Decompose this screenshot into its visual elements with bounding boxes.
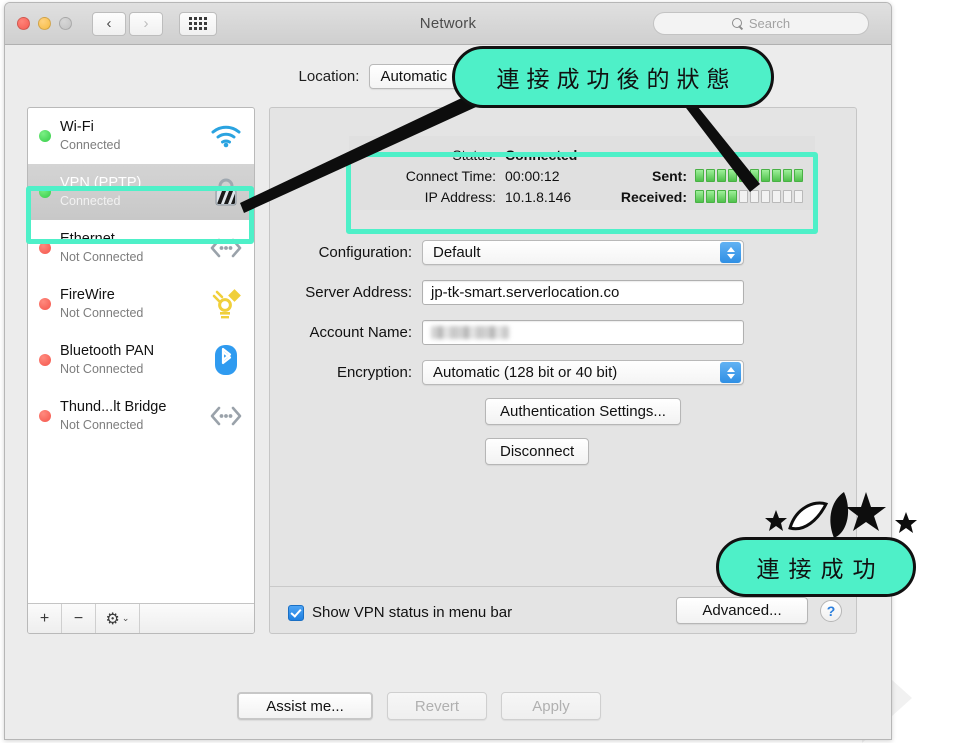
server-address-input[interactable]: jp-tk-smart.serverlocation.co: [422, 280, 744, 305]
sidebar-item-firewire[interactable]: FireWire Not Connected: [28, 276, 254, 332]
service-actions-button[interactable]: ⚙ ⌄: [96, 604, 140, 633]
sidebar-item-bluetooth-pan[interactable]: Bluetooth PAN Not Connected: [28, 332, 254, 388]
service-status: Connected: [60, 138, 121, 152]
location-label: Location:: [298, 67, 360, 85]
redacted-value: [431, 326, 509, 339]
search-field[interactable]: Search: [653, 12, 869, 35]
configuration-value: Default: [433, 244, 481, 261]
sidebar-footer: + − ⚙ ⌄: [28, 603, 254, 633]
service-name: FireWire: [60, 287, 115, 303]
chevron-updown-icon: [720, 242, 741, 263]
sidebar-item-wifi[interactable]: Wi-Fi Connected: [28, 108, 254, 164]
status-led-icon: [39, 410, 51, 422]
show-vpn-status-row[interactable]: Show VPN status in menu bar: [288, 604, 512, 621]
status-led-icon: [39, 298, 51, 310]
configuration-popup-button[interactable]: Default: [422, 240, 744, 265]
firewire-icon: [208, 287, 244, 321]
remove-service-button[interactable]: −: [62, 604, 96, 633]
status-led-icon: [39, 354, 51, 366]
account-name-row: Account Name:: [270, 320, 744, 345]
highlight-box-status: [346, 152, 818, 234]
screenshot-root: ‹ › Network Search Location: Automatic W…: [0, 0, 960, 743]
server-address-label: Server Address:: [305, 284, 412, 301]
help-button[interactable]: ?: [820, 600, 842, 622]
service-status: Not Connected: [60, 250, 144, 264]
configuration-row: Configuration: Default: [270, 240, 744, 265]
ethernet-icon: [208, 399, 244, 433]
navigation-buttons: ‹ ›: [92, 11, 163, 36]
sidebar-footer-filler: [140, 604, 254, 633]
highlight-box-vpn-row: [26, 186, 254, 244]
minimize-button[interactable]: [38, 17, 51, 30]
chevron-down-icon: ⌄: [121, 613, 130, 623]
account-name-label: Account Name:: [309, 324, 412, 341]
callout-connect-success: 連接成功: [716, 537, 916, 597]
service-name: Thund...lt Bridge: [60, 399, 167, 415]
callout-connected-state: 連接成功後的狀態: [452, 46, 774, 108]
back-button[interactable]: ‹: [92, 11, 126, 36]
server-address-row: Server Address: jp-tk-smart.serverlocati…: [270, 280, 744, 305]
window-footer: Assist me... Revert Apply: [5, 673, 891, 739]
sidebar-item-thunderbolt-bridge[interactable]: Thund...lt Bridge Not Connected: [28, 388, 254, 444]
server-address-value: jp-tk-smart.serverlocation.co: [431, 284, 620, 301]
status-led-icon: [39, 130, 51, 142]
zoom-button: [59, 17, 72, 30]
chevron-left-icon: ‹: [106, 15, 112, 32]
disconnect-button[interactable]: Disconnect: [485, 438, 590, 465]
add-service-button[interactable]: +: [28, 604, 62, 633]
plus-icon: +: [39, 609, 50, 627]
grid-icon: [189, 17, 207, 30]
service-status: Not Connected: [60, 306, 144, 320]
encryption-popup-button[interactable]: Automatic (128 bit or 40 bit): [422, 360, 744, 385]
minus-icon: −: [73, 609, 84, 627]
account-name-input[interactable]: [422, 320, 744, 345]
traffic-light-buttons: [17, 17, 72, 30]
location-value: Automatic: [380, 67, 448, 85]
close-button[interactable]: [17, 17, 30, 30]
gear-icon: ⚙: [105, 610, 120, 628]
network-preferences-window: ‹ › Network Search Location: Automatic W…: [4, 2, 892, 740]
show-vpn-status-checkbox[interactable]: [288, 604, 304, 621]
search-icon: [731, 18, 743, 29]
star-icon: [895, 512, 917, 533]
encryption-value: Automatic (128 bit or 40 bit): [433, 364, 618, 381]
chevron-right-icon: ›: [143, 15, 149, 32]
forward-button: ›: [129, 11, 163, 36]
show-all-button[interactable]: [179, 11, 217, 36]
search-placeholder: Search: [748, 16, 791, 31]
encryption-row: Encryption: Automatic (128 bit or 40 bit…: [270, 360, 744, 385]
revert-button: Revert: [387, 692, 487, 720]
window-titlebar: ‹ › Network Search: [5, 3, 891, 45]
bluetooth-icon: [208, 343, 244, 377]
advanced-button[interactable]: Advanced...: [676, 597, 808, 624]
service-status: Not Connected: [60, 418, 144, 432]
service-name: Bluetooth PAN: [60, 343, 155, 359]
configuration-label: Configuration:: [318, 244, 412, 261]
service-name: Wi-Fi: [60, 119, 94, 135]
wifi-icon: [208, 119, 244, 153]
service-status: Not Connected: [60, 362, 144, 376]
chevron-updown-icon: [720, 362, 741, 383]
assist-me-button[interactable]: Assist me...: [237, 692, 373, 720]
apply-button: Apply: [501, 692, 601, 720]
show-vpn-status-label: Show VPN status in menu bar: [312, 604, 513, 621]
encryption-label: Encryption:: [336, 364, 412, 381]
service-list: Wi-Fi Connected VPN (PPTP) Connected Eth…: [28, 108, 254, 603]
authentication-settings-button[interactable]: Authentication Settings...: [485, 398, 681, 425]
